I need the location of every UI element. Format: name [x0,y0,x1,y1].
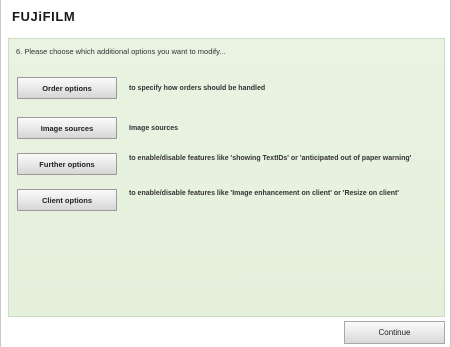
further-options-button[interactable]: Further options [17,153,117,175]
instruction-text: 6. Please choose which additional option… [16,47,226,56]
options-panel: 6. Please choose which additional option… [8,38,445,317]
image-sources-button[interactable]: Image sources [17,117,117,139]
client-options-button[interactable]: Client options [17,189,117,211]
further-options-description: to enable/disable features like 'showing… [129,155,412,162]
image-sources-description: Image sources [129,125,179,132]
app-window: FUJiFILM 6. Please choose which addition… [0,0,451,347]
continue-button[interactable]: Continue [344,321,445,344]
order-options-description: to specify how orders should be handled [129,85,266,92]
order-options-button[interactable]: Order options [17,77,117,99]
fujifilm-logo: FUJiFILM [12,9,76,24]
client-options-description: to enable/disable features like 'Image e… [129,190,400,197]
